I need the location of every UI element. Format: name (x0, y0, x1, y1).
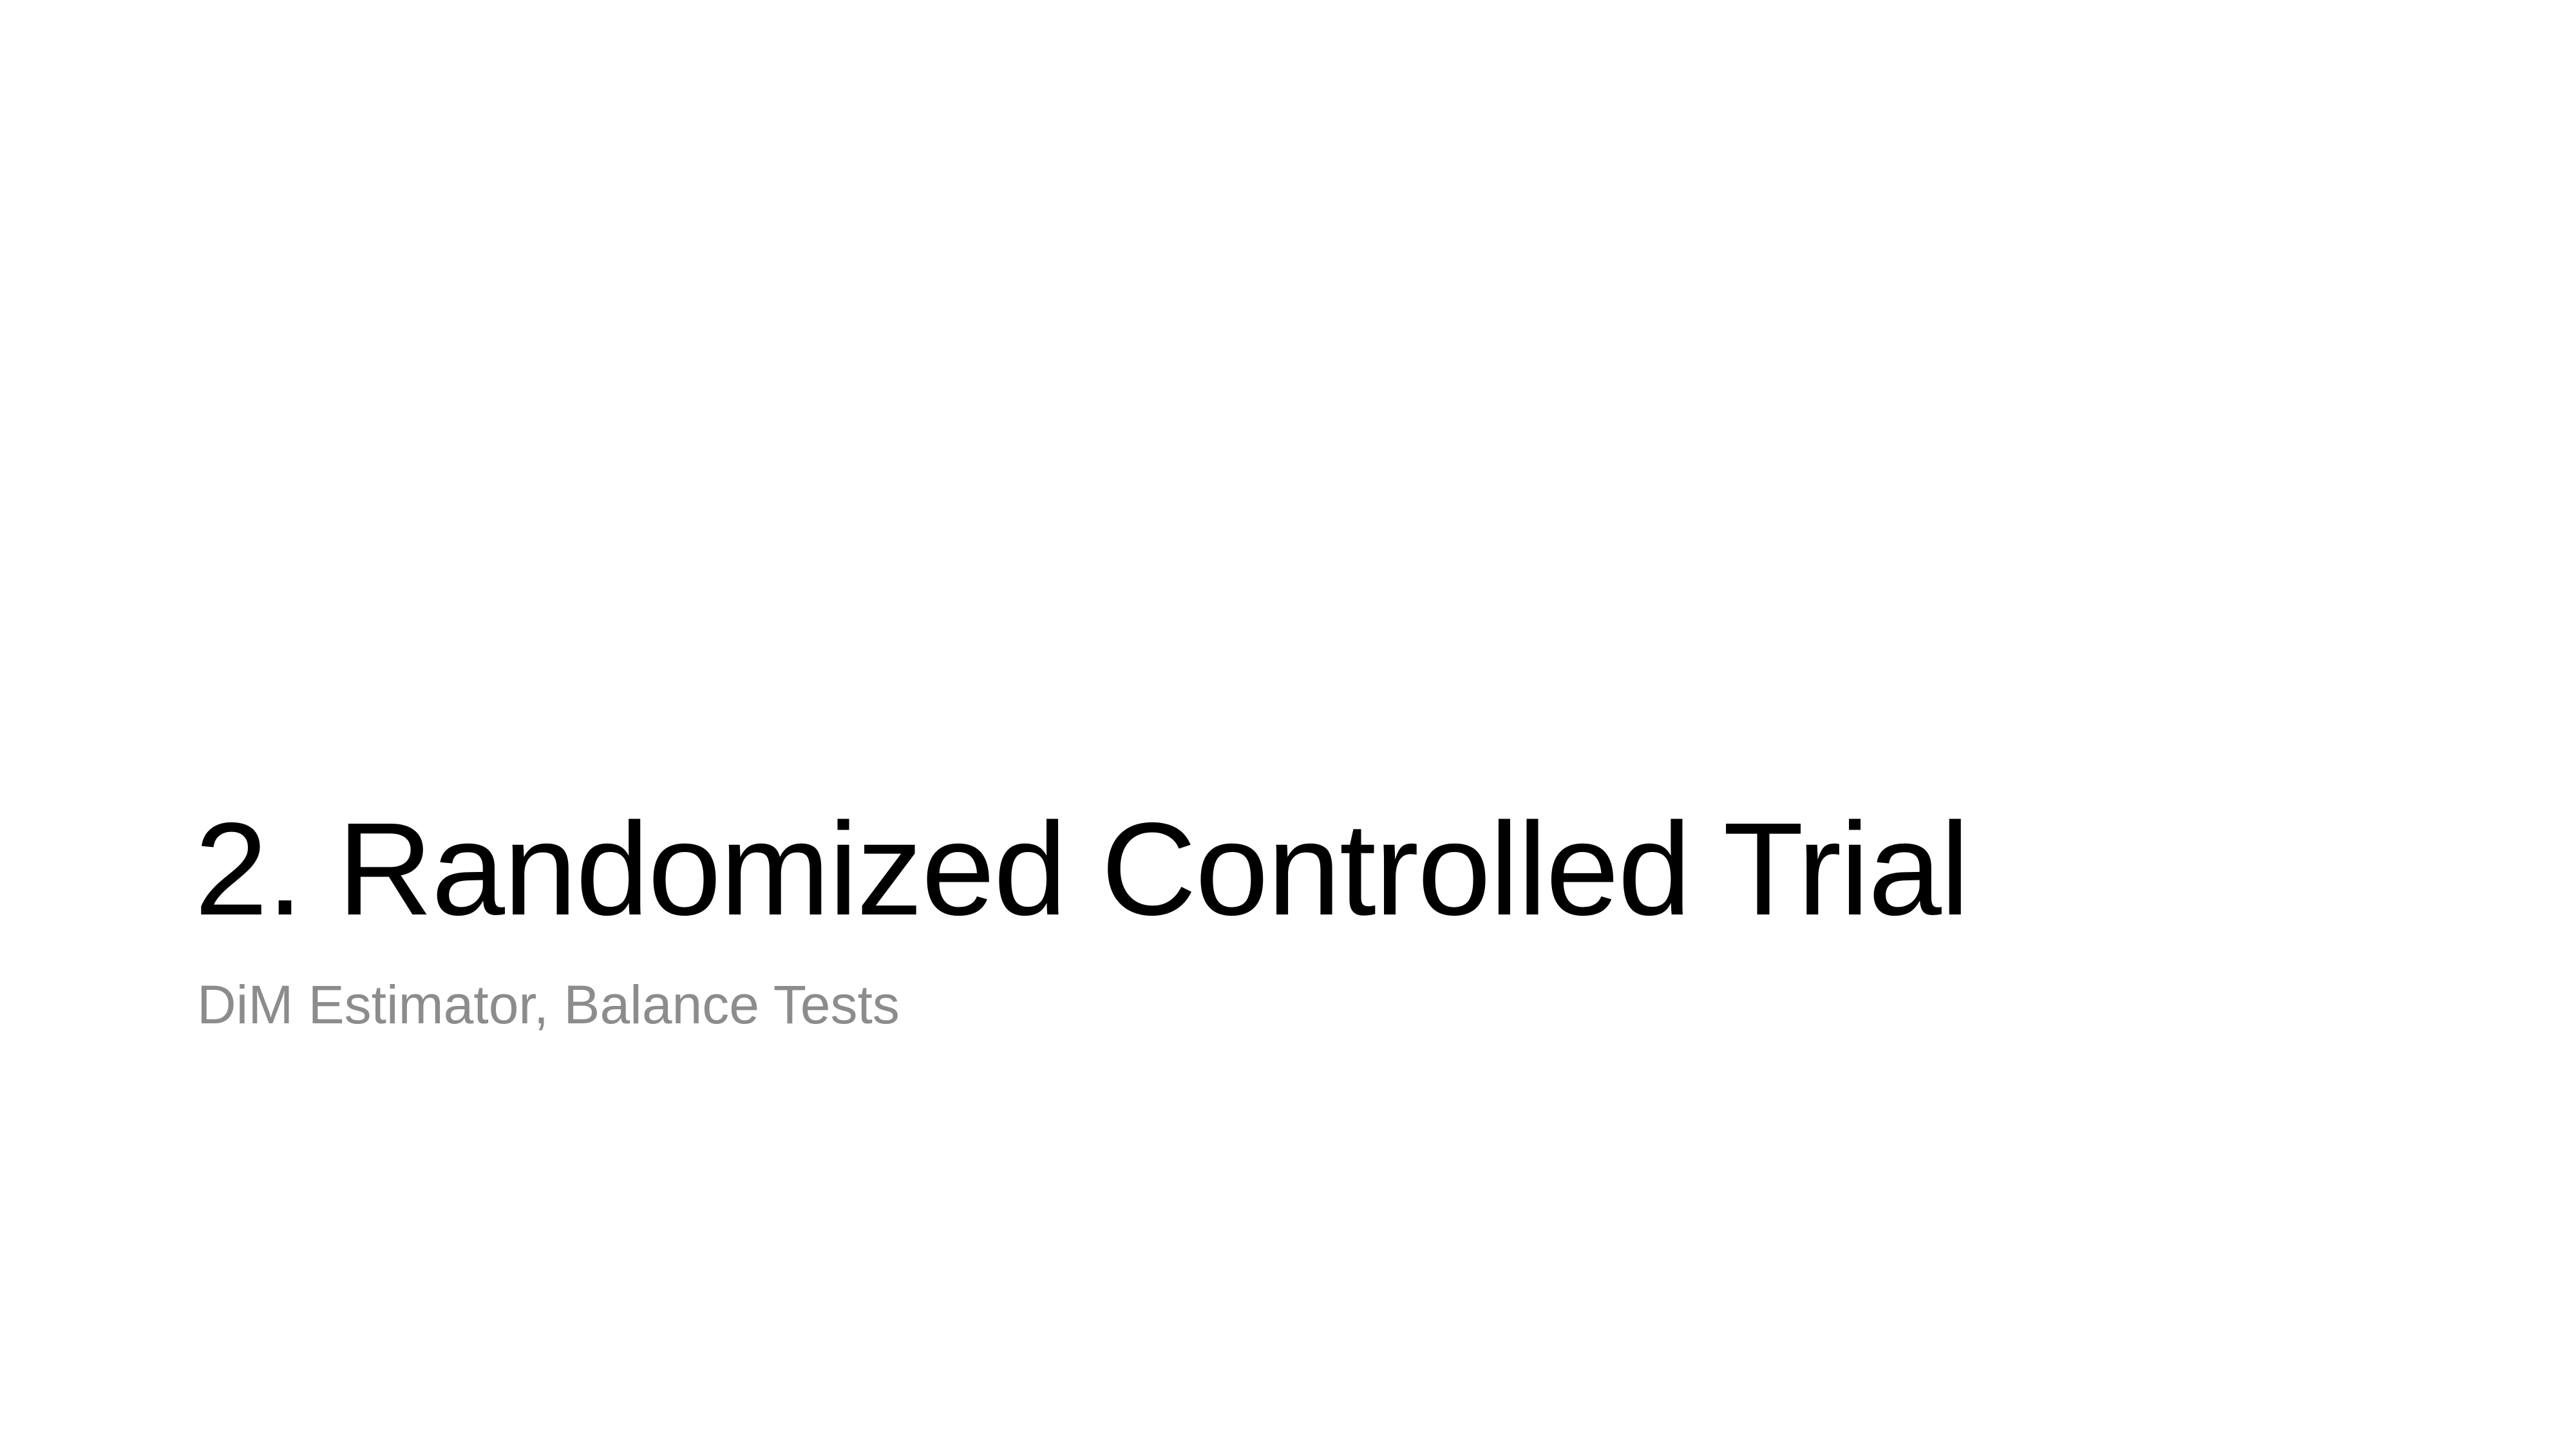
slide-subtitle: DiM Estimator, Balance Tests (197, 974, 900, 1035)
section-header: 2. Randomized Controlled Trial DiM Estim… (194, 792, 2384, 1037)
slide: 2. Randomized Controlled Trial DiM Estim… (0, 0, 2576, 1449)
slide-title: 2. Randomized Controlled Trial (194, 795, 1969, 943)
